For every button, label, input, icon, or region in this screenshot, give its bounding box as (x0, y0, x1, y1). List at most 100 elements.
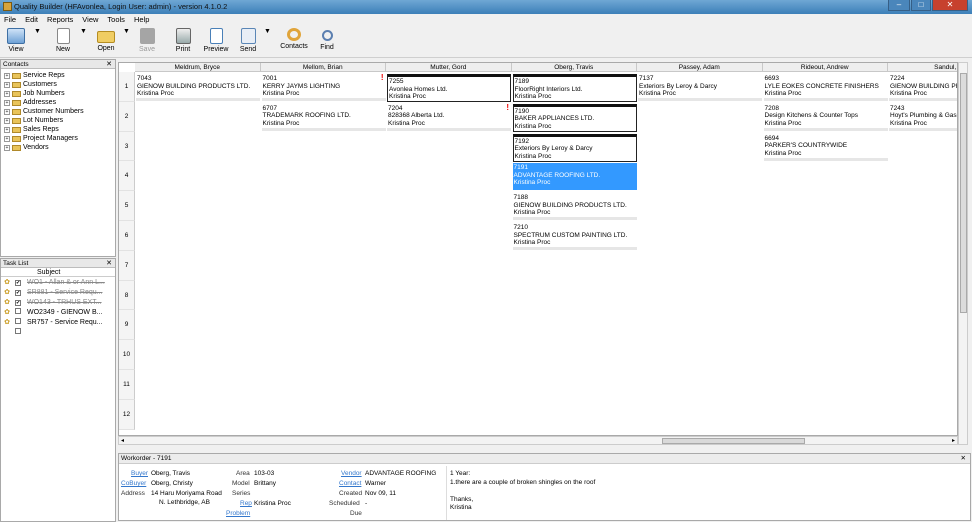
menu-edit[interactable]: Edit (25, 14, 38, 26)
task-row[interactable]: ✿ ✔ SR881 - Service Requ... (1, 287, 115, 297)
menu-file[interactable]: File (4, 14, 16, 26)
buyer-link[interactable]: Buyer (131, 470, 148, 477)
card-vendor: LYLE EOKES CONCRETE FINISHERS (764, 82, 879, 90)
workorder-card[interactable]: 7208 Design Kitchens & Counter Tops Kristi… (763, 103, 888, 131)
column-header[interactable]: Passey, Adam (637, 63, 763, 72)
printer-icon (175, 28, 191, 44)
task-checkbox[interactable] (15, 308, 21, 314)
workorder-card[interactable]: 7243 Hoyt's Plumbing & Gas Kristina Proc (889, 103, 957, 131)
expand-icon[interactable]: + (4, 90, 10, 97)
scroll-left-icon[interactable]: ◂ (121, 437, 124, 444)
task-subject: WO143 - TRHUS EXT... (27, 298, 102, 306)
view-dropdown-arrow[interactable]: ▼ (34, 28, 41, 35)
contacts-tree-item[interactable]: + Customers (4, 80, 115, 89)
expand-icon[interactable]: + (4, 72, 10, 79)
vendor-link[interactable]: Vendor (341, 470, 362, 477)
minimize-button[interactable]: – (888, 0, 910, 11)
contacts-tree-item[interactable]: + Project Managers (4, 134, 115, 143)
workorder-card[interactable]: 7189 FloorRight Interiors Ltd. Kristina Pr… (512, 74, 637, 102)
expand-icon[interactable]: + (4, 108, 10, 115)
notes-line: Kristina (450, 504, 472, 511)
rep-link[interactable]: Rep (240, 500, 252, 507)
workorder-card[interactable]: 7190 BAKER APPLIANCES LTD. Kristina Proc (512, 103, 637, 132)
expand-icon[interactable]: + (4, 117, 10, 124)
expand-icon[interactable]: + (4, 126, 10, 133)
send-button[interactable]: Send (237, 28, 259, 53)
view-button[interactable]: View (4, 28, 28, 53)
expand-icon[interactable]: + (4, 135, 10, 142)
maximize-button[interactable]: □ (911, 0, 931, 11)
horizontal-scroll-thumb[interactable] (662, 438, 805, 444)
cobuyer-link[interactable]: CoBuyer (121, 480, 146, 487)
workorder-card[interactable]: 7192 Exteriors By Leroy & Darcy Kristina P… (512, 133, 637, 162)
column-header[interactable]: Rideout, Andrew (762, 63, 888, 72)
expand-icon[interactable]: + (4, 81, 10, 88)
task-list-close-icon[interactable]: ✕ (106, 259, 112, 268)
contacts-tree-item[interactable]: + Job Numbers (4, 89, 115, 98)
contacts-close-icon[interactable]: ✕ (106, 60, 112, 69)
task-row[interactable]: ✿ ✔ WO143 - TRHUS EXT... (1, 297, 115, 307)
workorder-card[interactable]: 7204 828368 Alberta Ltd. Kristina Proc! (387, 103, 511, 131)
subject-column-header[interactable]: Subject (23, 268, 60, 276)
task-row[interactable]: ✿ ✔ WO1 - Allan & or Ann L... (1, 277, 115, 287)
workorder-card[interactable]: 7255 Avonlea Homes Ltd. Kristina Proc (387, 74, 511, 102)
workorder-card[interactable]: 6693 LYLE EOKES CONCRETE FINISHERS Kristin… (763, 74, 888, 101)
vertical-scroll-thumb[interactable] (960, 73, 967, 313)
column-header[interactable]: Oberg, Travis (511, 63, 637, 72)
workorder-card[interactable]: 6707 TRADEMARK ROOFING LTD. Kristina Proc (261, 103, 386, 131)
task-checkbox[interactable]: ✔ (15, 299, 21, 306)
open-button[interactable]: Open (93, 28, 119, 52)
task-row[interactable]: ✿ WO2349 - GIENOW B... (1, 307, 115, 317)
find-button[interactable]: Find (316, 28, 338, 51)
expand-icon[interactable]: + (4, 99, 10, 106)
workorder-card[interactable]: 7001 KERRY JAYMS LIGHTING Kristina Proc! (261, 74, 386, 101)
contacts-tree-item[interactable]: + Vendors (4, 143, 115, 152)
save-button[interactable]: Save (136, 28, 158, 53)
card-vendor: Exteriors By Leroy & Darcy (639, 82, 718, 90)
preview-button[interactable]: Preview (202, 28, 230, 53)
scroll-right-icon[interactable]: ▸ (952, 437, 955, 444)
workorder-close-icon[interactable]: ✕ (961, 454, 966, 464)
workorder-card[interactable]: 7191 ADVANTAGE ROOFING LTD. Kristina Proc (512, 163, 637, 191)
menu-view[interactable]: View (82, 14, 98, 26)
send-dropdown-arrow[interactable]: ▼ (264, 28, 271, 35)
menu-reports[interactable]: Reports (47, 14, 73, 26)
contacts-button[interactable]: Contacts (278, 28, 310, 50)
contacts-tree-item[interactable]: + Service Reps (4, 71, 115, 80)
column-header[interactable]: Sandul, De (888, 63, 957, 72)
open-dropdown-arrow[interactable]: ▼ (123, 28, 130, 35)
new-dropdown-arrow[interactable]: ▼ (80, 28, 87, 35)
contact-link[interactable]: Contact (339, 480, 361, 487)
print-button[interactable]: Print (172, 28, 194, 53)
workorder-card[interactable]: 7224 GIENOW BUILDING PR Kristina Proc (889, 74, 957, 101)
problem-link[interactable]: Problem (226, 510, 250, 517)
contacts-tree-item[interactable]: + Addresses (4, 98, 115, 107)
close-button[interactable]: ✕ (932, 0, 968, 11)
column-header[interactable]: Mutter, Gord (386, 63, 512, 72)
column-header[interactable]: Mellom, Brian (260, 63, 386, 72)
task-row[interactable]: ✿ SR757 - Service Requ... (1, 317, 115, 327)
column-header[interactable]: Meldrum, Bryce (135, 63, 261, 72)
contacts-tree-item[interactable]: + Lot Numbers (4, 116, 115, 125)
task-checkbox[interactable]: ✔ (15, 289, 21, 296)
menu-help[interactable]: Help (134, 14, 149, 26)
vertical-scrollbar[interactable] (958, 62, 968, 445)
menu-tools[interactable]: Tools (107, 14, 125, 26)
workorder-card[interactable]: 6694 PARKER'S COUNTRYWIDE Kristina Proc (763, 133, 888, 161)
workorder-card[interactable]: 7188 GIENOW BUILDING PRODUCTS LTD. Kristin… (512, 193, 637, 221)
workorder-card[interactable]: 7043 GIENOW BUILDING PRODUCTS LTD. Kristin… (136, 74, 260, 101)
horizontal-scrollbar[interactable]: ◂ ▸ (118, 436, 958, 445)
card-vendor: Design Kitchens & Counter Tops (764, 112, 858, 120)
workorder-card[interactable]: 7137 Exteriors By Leroy & Darcy Kristina P… (638, 74, 762, 101)
expand-icon[interactable]: + (4, 144, 10, 151)
task-checkbox[interactable] (15, 318, 21, 324)
task-new-row[interactable] (1, 327, 115, 337)
workorder-card[interactable]: 7210 SPECTRUM CUSTOM PAINTING LTD. Kristin… (512, 223, 637, 250)
contacts-tree-item[interactable]: + Sales Reps (4, 125, 115, 134)
workorder-notes: 1 Year: 1.there are a couple of broken s… (450, 470, 595, 513)
task-list-title: Task List (3, 260, 29, 267)
task-checkbox[interactable]: ✔ (15, 279, 21, 286)
row-number: 10 (119, 340, 135, 370)
contacts-tree-item[interactable]: + Customer Numbers (4, 107, 115, 116)
new-button[interactable]: New (50, 28, 76, 53)
